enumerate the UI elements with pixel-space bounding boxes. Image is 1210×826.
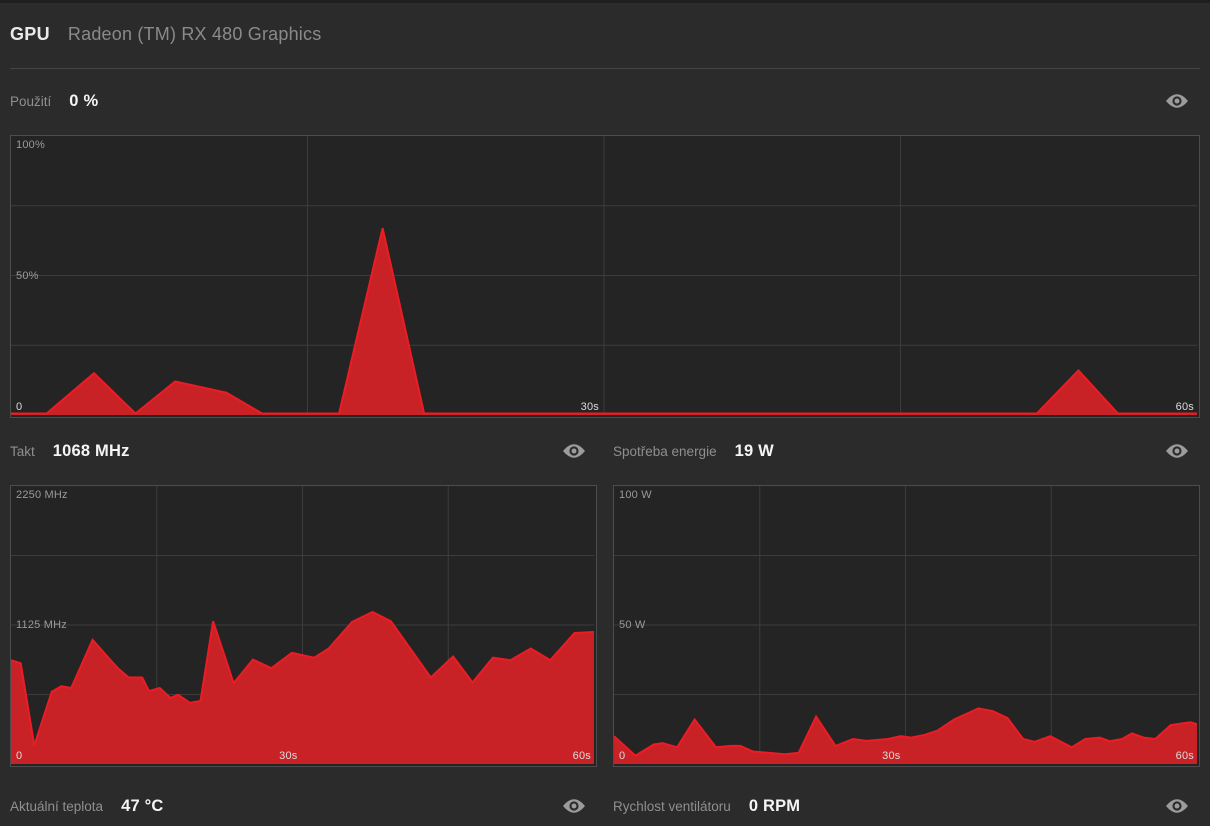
x-tick-60s: 60s [1176, 751, 1194, 762]
usage-visibility-toggle[interactable] [1164, 92, 1190, 110]
chart-canvas [11, 136, 1197, 415]
metric-label: Spotřeba energie [613, 444, 717, 459]
y-tick-max: 100% [16, 140, 45, 151]
power-visibility-toggle[interactable] [1164, 442, 1190, 460]
fan-visibility-toggle[interactable] [1164, 797, 1190, 815]
y-tick-zero: 0 [16, 751, 22, 762]
temperature-visibility-toggle[interactable] [561, 797, 587, 815]
header-divider [10, 68, 1200, 69]
clock-chart: 2250 MHz 1125 MHz 0 30s 60s [10, 485, 597, 767]
y-tick-mid: 1125 MHz [16, 620, 67, 631]
eye-icon [1166, 94, 1188, 108]
metric-clock-row: Takt 1068 MHz [10, 435, 597, 467]
y-tick-zero: 0 [16, 402, 22, 413]
metric-value: 19 W [735, 442, 774, 461]
chart-canvas [614, 486, 1197, 764]
metric-value: 0 % [69, 92, 98, 111]
eye-icon [1166, 444, 1188, 458]
usage-chart: 100% 50% 0 30s 60s [10, 135, 1200, 418]
chart-canvas [11, 486, 594, 764]
eye-icon [563, 799, 585, 813]
metric-fan-row: Rychlost ventilátoru 0 RPM [613, 790, 1200, 822]
eye-icon [563, 444, 585, 458]
x-tick-60s: 60s [573, 751, 591, 762]
metric-power-row: Spotřeba energie 19 W [613, 435, 1200, 467]
metric-label: Takt [10, 444, 35, 459]
x-tick-30s: 30s [882, 751, 906, 762]
metric-value: 47 °C [121, 797, 163, 816]
y-tick-max: 2250 MHz [16, 490, 68, 501]
metric-usage-row: Použití 0 % [10, 85, 1200, 117]
metric-value: 0 RPM [749, 797, 800, 816]
eye-icon [1166, 799, 1188, 813]
device-name: Radeon (TM) RX 480 Graphics [68, 24, 322, 45]
metric-label: Použití [10, 94, 51, 109]
x-tick-30s: 30s [279, 751, 303, 762]
y-tick-mid: 50% [16, 271, 39, 282]
device-type-label: GPU [10, 24, 50, 45]
x-tick-60s: 60s [1176, 402, 1194, 413]
metric-temperature-row: Aktuální teplota 47 °C [10, 790, 597, 822]
power-chart: 100 W 50 W 0 30s 60s [613, 485, 1200, 767]
y-tick-mid: 50 W [619, 620, 645, 631]
metric-value: 1068 MHz [53, 442, 130, 461]
metric-label: Aktuální teplota [10, 799, 103, 814]
clock-visibility-toggle[interactable] [561, 442, 587, 460]
gpu-header: GPU Radeon (TM) RX 480 Graphics [10, 20, 1200, 48]
x-tick-30s: 30s [581, 402, 605, 413]
y-tick-zero: 0 [619, 751, 625, 762]
window-top-strip [0, 0, 1210, 3]
y-tick-max: 100 W [619, 490, 652, 501]
metric-label: Rychlost ventilátoru [613, 799, 731, 814]
